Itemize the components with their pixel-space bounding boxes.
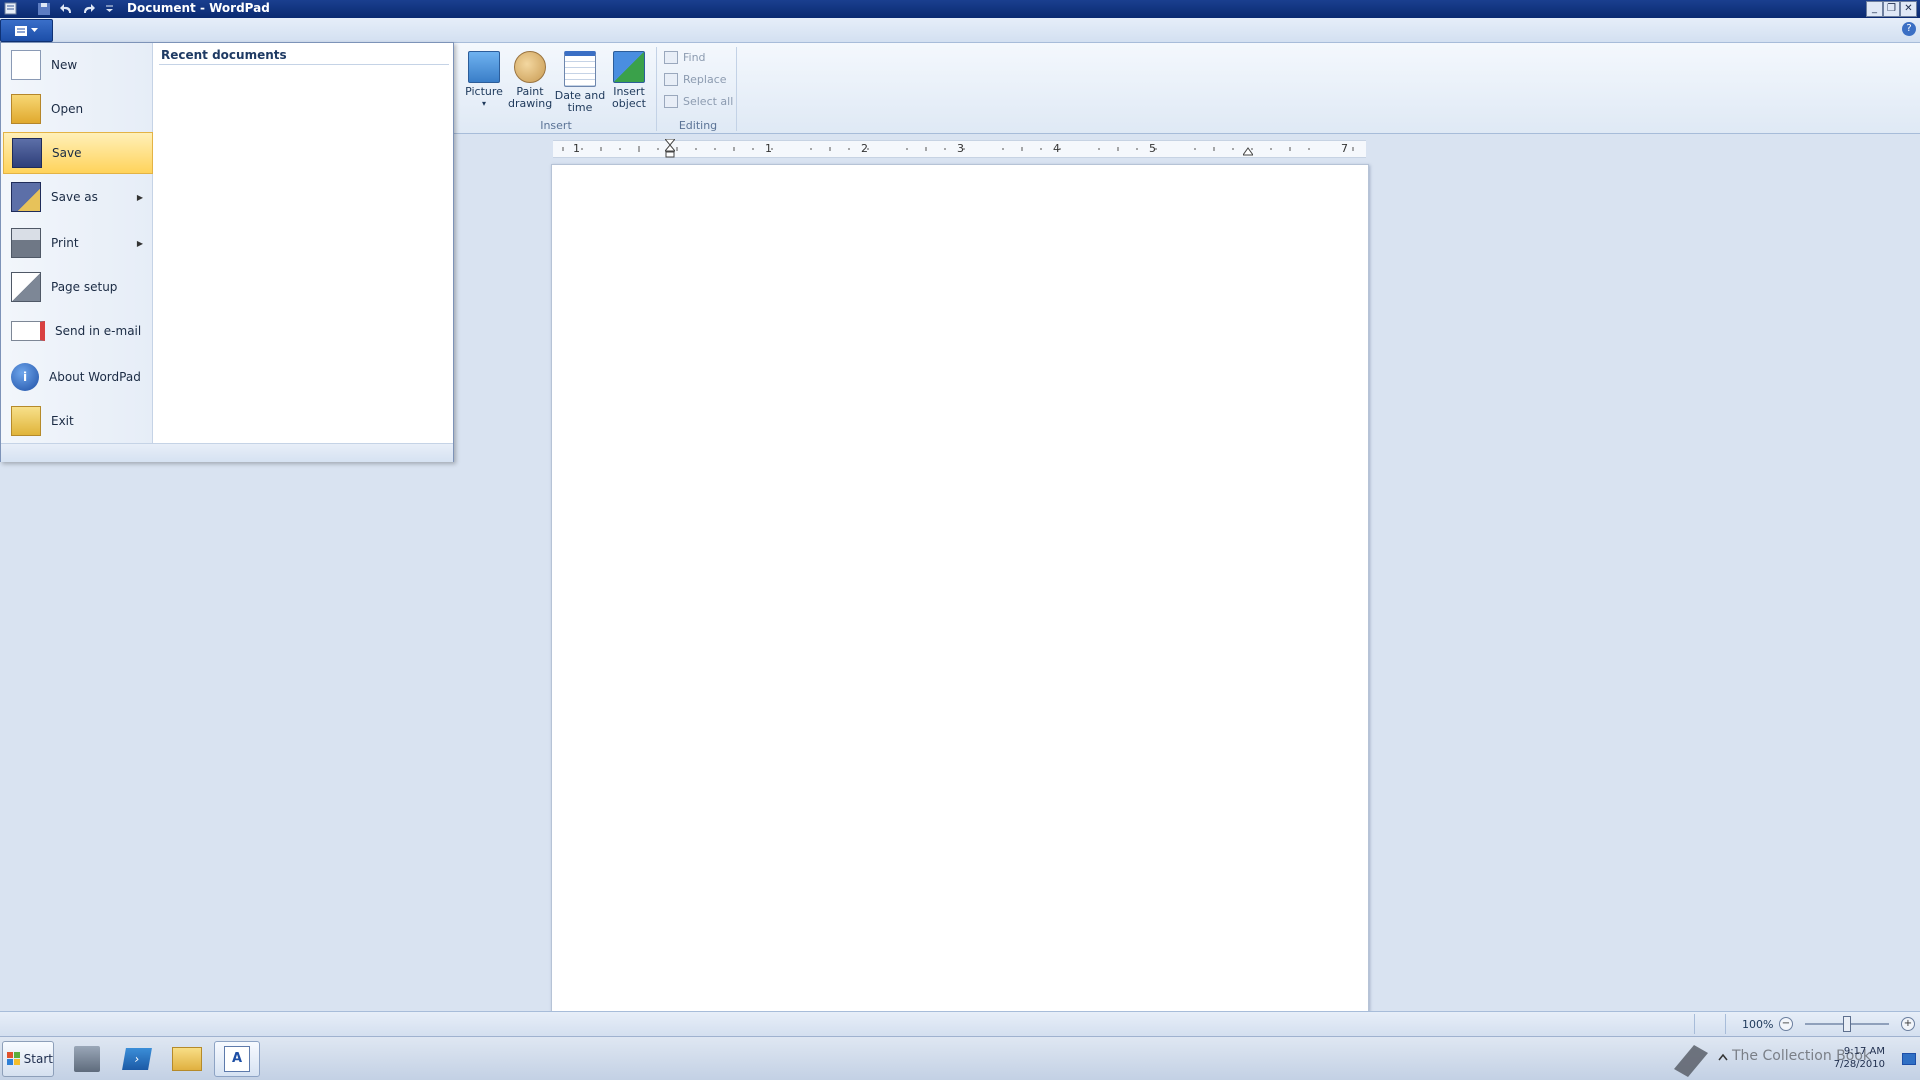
help-icon[interactable]: ? [1902,22,1916,36]
recent-documents-title: Recent documents [161,48,287,62]
exit-icon [11,406,41,436]
system-clock[interactable]: 9:17 AM 7/28/2010 [1805,1045,1885,1071]
restore-button[interactable]: ❐ [1883,1,1900,17]
document-page[interactable] [551,164,1369,1012]
customize-quick-access-icon[interactable] [101,1,117,16]
submenu-arrow-icon: ▶ [136,192,143,202]
start-label: Start [23,1052,53,1066]
redo-icon[interactable] [80,1,96,16]
ruler-label: 3 [957,142,964,155]
wordpad-icon: A [224,1046,250,1072]
clock-time: 9:17 AM [1843,1046,1885,1057]
file-menu-button[interactable] [0,19,53,42]
group-separator [656,47,657,131]
ruler-label: 2 [861,142,868,155]
document-icon [15,25,27,36]
ruler-label: 4 [1053,142,1060,155]
insert-object-icon [613,51,645,83]
select-all-button[interactable]: Select all [664,95,733,108]
menu-item-open[interactable]: Open [3,89,151,129]
replace-icon [664,73,678,86]
picture-icon [468,51,500,83]
menu-item-page-setup[interactable]: Page setup [3,267,151,307]
find-button[interactable]: Find [664,51,706,64]
status-bar: 100% − + [0,1011,1920,1037]
group-separator [736,47,737,131]
zoom-slider-thumb[interactable] [1843,1016,1851,1032]
page-setup-icon [11,272,41,302]
paint-drawing-button[interactable]: Paint drawing [508,51,552,110]
select-all-icon [664,95,678,108]
quick-save-icon[interactable] [36,1,52,16]
menu-item-send-email[interactable]: Send in e-mail [3,311,151,351]
calendar-clock-icon [564,51,596,87]
save-as-icon [11,182,41,212]
divider [1725,1014,1726,1034]
paint-drawing-icon [514,51,546,83]
save-disk-icon [12,138,42,168]
clock-date: 7/28/2010 [1833,1059,1885,1070]
restore-icon: ❐ [1887,3,1896,14]
close-button[interactable]: ✕ [1900,1,1917,17]
title-bar: Document - WordPad _ ❐ ✕ [0,0,1920,18]
divider [159,64,449,65]
menu-item-print[interactable]: Print ▶ [3,223,151,263]
insert-object-button[interactable]: Insert object [608,51,650,110]
server-manager-icon [74,1046,100,1072]
show-desktop-icon[interactable] [1902,1053,1916,1065]
ruler-label: 1 [765,142,772,155]
right-indent-marker[interactable] [1242,145,1254,159]
wordpad-app-icon[interactable] [2,1,18,16]
taskbar: Start › A The Collection Book 9:17 AM 7/… [0,1036,1920,1080]
taskbar-explorer[interactable] [164,1041,210,1077]
menu-item-exit[interactable]: Exit [3,401,151,441]
folder-icon [172,1047,202,1071]
file-menu-commands: New Open Save Save as ▶ Print ▶ Page set… [1,43,153,443]
windows-logo-icon [7,1052,20,1065]
minimize-button[interactable]: _ [1866,1,1883,17]
date-and-time-button[interactable]: Date and time [554,51,606,114]
menu-item-about[interactable]: i About WordPad [3,357,151,397]
menu-item-new[interactable]: New [3,45,151,85]
zoom-in-button[interactable]: + [1901,1017,1915,1031]
ruler-label: 7 [1341,142,1348,155]
divider [1694,1014,1695,1034]
taskbar-server-manager[interactable] [64,1041,110,1077]
ruler-label: 5 [1149,142,1156,155]
file-menu: New Open Save Save as ▶ Print ▶ Page set… [0,42,454,462]
info-icon: i [11,363,39,391]
binoculars-icon [664,51,678,64]
window-title: Document - WordPad [127,1,270,15]
editing-group-label: Editing [678,119,718,132]
submenu-arrow-icon: ▶ [136,238,143,248]
taskbar-powershell[interactable]: › [114,1041,160,1077]
indent-marker[interactable] [663,138,677,162]
zoom-level[interactable]: 100% [1742,1018,1773,1031]
ribbon-tab-strip: ? [0,18,1920,43]
close-icon: ✕ [1904,3,1913,14]
email-icon [11,321,45,341]
file-menu-footer [1,443,453,462]
ribbon-home: Picture ▾ Paint drawing Date and time In… [452,43,1920,134]
ruler[interactable]: 1 1 2 3 4 5 7 [553,138,1366,159]
picture-button[interactable]: Picture ▾ [465,51,503,110]
zoom-out-button[interactable]: − [1779,1017,1793,1031]
minimize-icon: _ [1872,3,1877,14]
insert-group-label: Insert [540,119,572,132]
printer-icon [11,228,41,258]
undo-icon[interactable] [58,1,74,16]
new-document-icon [11,50,41,80]
menu-item-save[interactable]: Save [3,132,153,174]
open-folder-icon [11,94,41,124]
powershell-icon: › [122,1048,152,1070]
menu-item-save-as[interactable]: Save as ▶ [3,177,151,217]
watermark-book-icon [1670,1039,1710,1079]
start-button[interactable]: Start [2,1041,54,1077]
taskbar-wordpad[interactable]: A [214,1041,260,1077]
ruler-label: 1 [573,142,580,155]
replace-button[interactable]: Replace [664,73,727,86]
chevron-down-icon [31,28,38,32]
